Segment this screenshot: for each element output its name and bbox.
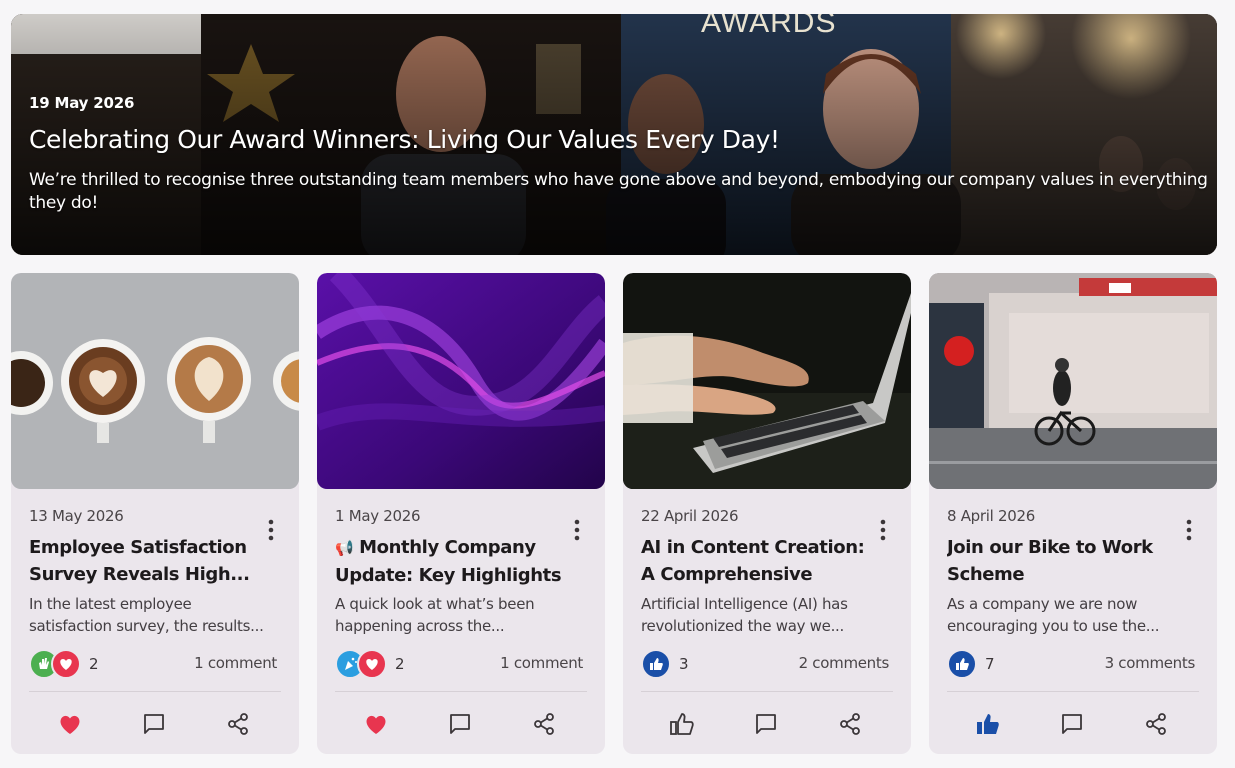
share-icon: [534, 713, 554, 735]
card-image-coffee-cups[interactable]: [11, 273, 299, 489]
share-button[interactable]: [527, 707, 561, 741]
more-vertical-icon: [1186, 519, 1192, 541]
card-actions: [947, 707, 1199, 741]
comment-icon: [450, 714, 470, 734]
awards-backdrop-sign: AWARDS: [701, 14, 837, 39]
share-icon: [1146, 713, 1166, 735]
card-date: 8 April 2026: [947, 507, 1035, 525]
card-title[interactable]: Employee Satisfaction Survey Reveals Hig…: [29, 534, 259, 588]
card-excerpt: A quick look at what’s been happening ac…: [335, 595, 535, 635]
card-date: 13 May 2026: [29, 507, 124, 525]
share-button[interactable]: [221, 707, 255, 741]
news-card-monthly-update: 1 May 2026 📢 Monthly Company Update: Key…: [317, 273, 605, 754]
card-title[interactable]: 📢 Monthly Company Update: Key Highlights: [335, 534, 565, 588]
news-card-ai-content: 22 April 2026 AI in Content Creation: A …: [623, 273, 911, 754]
card-title[interactable]: AI in Content Creation: A Comprehensive …: [641, 534, 871, 588]
card-actions: [335, 707, 587, 741]
more-vertical-icon: [268, 519, 274, 541]
news-card-bike-to-work: 8 April 2026 Join our Bike to Work Schem…: [929, 273, 1217, 754]
comments-count[interactable]: 1 comment: [194, 654, 277, 672]
heart-icon: [51, 649, 81, 679]
heart-icon: [357, 649, 387, 679]
comments-count[interactable]: 2 comments: [799, 654, 890, 672]
card-date: 22 April 2026: [641, 507, 739, 525]
comment-icon: [144, 714, 164, 734]
like-button[interactable]: [53, 707, 87, 741]
card-image-cyclist-street[interactable]: [929, 273, 1217, 489]
reaction-count: 3: [679, 655, 689, 673]
like-button[interactable]: [665, 707, 699, 741]
divider: [29, 691, 281, 692]
heart-filled-icon: [366, 715, 386, 734]
comment-button[interactable]: [749, 707, 783, 741]
thumbs-up-icon: [641, 649, 671, 679]
more-options-button[interactable]: [1179, 518, 1199, 542]
reactions-summary[interactable]: 2: [335, 649, 405, 679]
reaction-count: 2: [89, 655, 99, 673]
divider: [947, 691, 1199, 692]
hero-title[interactable]: Celebrating Our Award Winners: Living Ou…: [29, 125, 780, 154]
comment-button[interactable]: [137, 707, 171, 741]
thumbs-up-icon: [947, 649, 977, 679]
more-vertical-icon: [574, 519, 580, 541]
reaction-count: 7: [985, 655, 995, 673]
comments-count[interactable]: 3 comments: [1105, 654, 1196, 672]
reaction-count: 2: [395, 655, 405, 673]
card-date: 1 May 2026: [335, 507, 421, 525]
hero-summary: We’re thrilled to recognise three outsta…: [29, 170, 1208, 213]
card-actions: [29, 707, 281, 741]
comment-icon: [756, 714, 776, 734]
divider: [641, 691, 893, 692]
more-options-button[interactable]: [873, 518, 893, 542]
more-vertical-icon: [880, 519, 886, 541]
card-image-laptop-typing[interactable]: [623, 273, 911, 489]
reactions-summary[interactable]: 7: [947, 649, 995, 679]
news-card-employee-survey: 13 May 2026 Employee Satisfaction Survey…: [11, 273, 299, 754]
featured-article-hero[interactable]: AWARDS 19 May 2026 Celebrating Our Award…: [11, 14, 1217, 255]
reactions-summary[interactable]: 2: [29, 649, 99, 679]
share-button[interactable]: [833, 707, 867, 741]
megaphone-emoji: 📢: [335, 539, 354, 557]
card-title[interactable]: Join our Bike to Work Scheme: [947, 534, 1177, 588]
thumbs-up-filled-icon: [977, 714, 999, 734]
heart-filled-icon: [60, 715, 80, 734]
share-button[interactable]: [1139, 707, 1173, 741]
like-button[interactable]: [359, 707, 393, 741]
comment-icon: [1062, 714, 1082, 734]
divider: [335, 691, 587, 692]
comments-count[interactable]: 1 comment: [500, 654, 583, 672]
card-actions: [641, 707, 893, 741]
card-excerpt: In the latest employee satisfaction surv…: [29, 595, 264, 635]
thumbs-up-outline-icon: [670, 713, 694, 735]
share-icon: [228, 713, 248, 735]
card-excerpt: Artificial Intelligence (AI) has revolut…: [641, 595, 848, 635]
reactions-summary[interactable]: 3: [641, 649, 689, 679]
more-options-button[interactable]: [567, 518, 587, 542]
card-excerpt: As a company we are now encouraging you …: [947, 595, 1160, 635]
card-image-purple-waves[interactable]: [317, 273, 605, 489]
comment-button[interactable]: [443, 707, 477, 741]
share-icon: [840, 713, 860, 735]
comment-button[interactable]: [1055, 707, 1089, 741]
like-button[interactable]: [971, 707, 1005, 741]
more-options-button[interactable]: [261, 518, 281, 542]
hero-date: 19 May 2026: [29, 94, 135, 112]
